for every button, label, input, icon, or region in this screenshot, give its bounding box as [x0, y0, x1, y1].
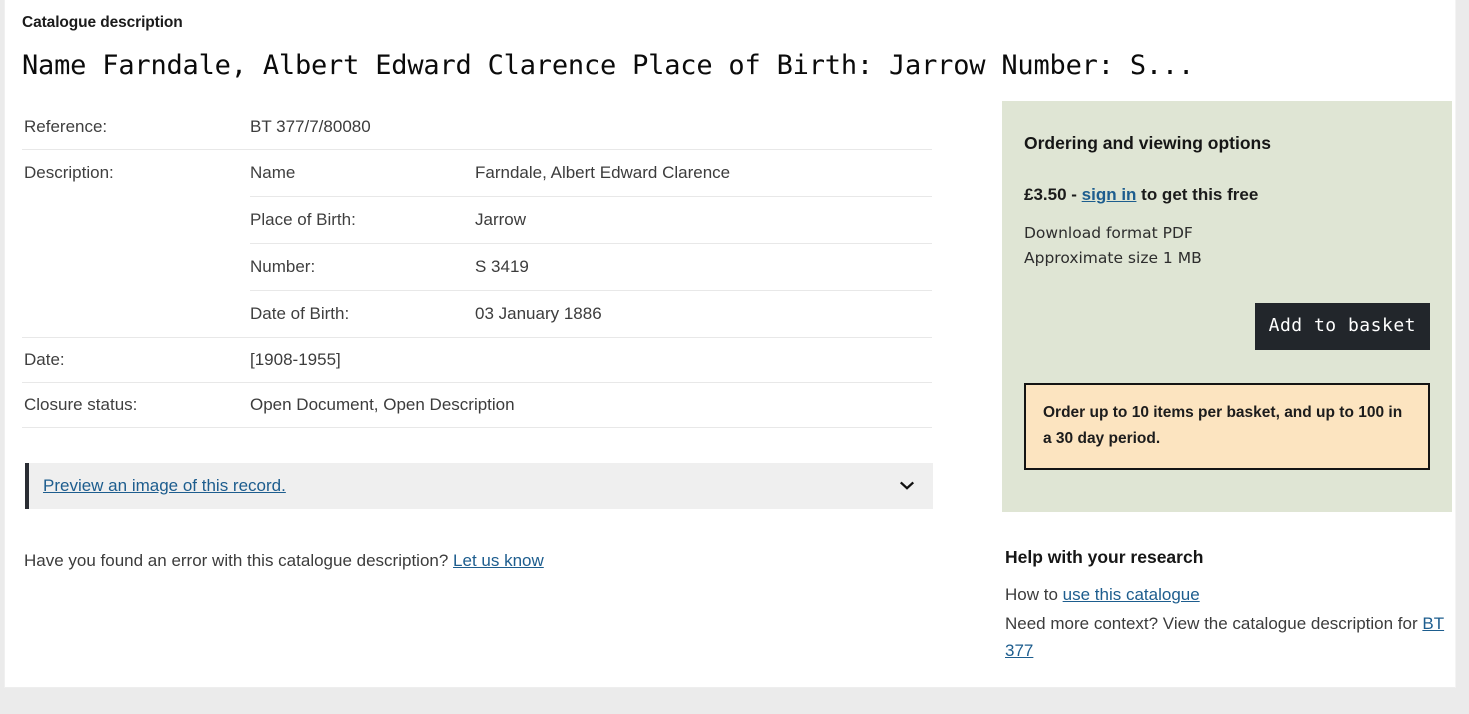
feedback-text: Have you found an error with this catalo…: [24, 551, 449, 570]
detail-label-date: Date:: [24, 350, 65, 369]
description-key-name: Name: [250, 163, 296, 182]
detail-value-date: [1908-1955]: [250, 350, 341, 369]
let-us-know-link[interactable]: Let us know: [453, 551, 544, 570]
page-title: Name Farndale, Albert Edward Clarence Pl…: [22, 50, 1195, 81]
detail-row-description: Description: Name Farndale, Albert Edwar…: [22, 150, 932, 338]
ordering-and-viewing-options-panel: Ordering and viewing options £3.50 - sig…: [1002, 101, 1452, 512]
detail-row-closure-status: Closure status: Open Document, Open Desc…: [22, 383, 932, 428]
detail-label-reference: Reference:: [24, 117, 108, 136]
description-value-name: Farndale, Albert Edward Clarence: [475, 163, 731, 182]
help-how-to-prefix: How to: [1005, 585, 1063, 604]
price-line: £3.50 - sign in to get this free: [1024, 183, 1430, 207]
basket-limit-notice: Order up to 10 items per basket, and up …: [1024, 383, 1430, 470]
table-row: Place of Birth: Jarrow: [250, 197, 932, 244]
preview-image-accordion[interactable]: Preview an image of this record.: [25, 463, 933, 509]
approximate-size: Approximate size 1 MB: [1024, 249, 1202, 267]
description-value-date-of-birth: 03 January 1886: [475, 304, 602, 323]
sidebar: Ordering and viewing options £3.50 - sig…: [1002, 101, 1452, 666]
page-shell: Catalogue description Name Farndale, Alb…: [4, 0, 1456, 688]
table-row: Name Farndale, Albert Edward Clarence: [250, 150, 932, 197]
help-with-your-research-panel: Help with your research How to use this …: [1002, 545, 1452, 664]
description-value-place-of-birth: Jarrow: [475, 210, 527, 229]
detail-value-reference: BT 377/7/80080: [250, 117, 371, 136]
description-key-number: Number:: [250, 257, 316, 276]
help-panel-title: Help with your research: [1005, 547, 1204, 567]
basket-limit-notice-text: Order up to 10 items per basket, and up …: [1043, 404, 1403, 447]
page-eyebrow: Catalogue description: [22, 14, 183, 31]
ordering-panel-title: Ordering and viewing options: [1024, 133, 1271, 153]
table-row: Date of Birth: 03 January 1886: [250, 291, 932, 337]
chevron-down-icon[interactable]: [899, 478, 915, 494]
catalogue-description-content: Catalogue description Name Farndale, Alb…: [5, 0, 1455, 687]
detail-value-closure-status: Open Document, Open Description: [250, 395, 515, 414]
description-key-place-of-birth: Place of Birth:: [250, 210, 356, 229]
detail-label-closure-status: Closure status:: [24, 395, 138, 414]
detail-row-date: Date: [1908-1955]: [22, 338, 932, 383]
record-details-table: Reference: BT 377/7/80080 Description: N…: [22, 105, 932, 428]
use-this-catalogue-link[interactable]: use this catalogue: [1063, 585, 1200, 604]
basket-button-container: Add to basket: [1024, 303, 1430, 350]
table-row: Number: S 3419: [250, 244, 932, 291]
price-suffix: to get this free: [1136, 185, 1259, 204]
description-key-date-of-birth: Date of Birth:: [250, 304, 350, 323]
detail-row-reference: Reference: BT 377/7/80080: [22, 105, 932, 150]
record-main-column: Catalogue description Name Farndale, Alb…: [22, 0, 1195, 428]
help-how-to-line: How to use this catalogue: [1005, 581, 1449, 608]
add-to-basket-button[interactable]: Add to basket: [1254, 303, 1430, 350]
help-context-prefix: Need more context? View the catalogue de…: [1005, 614, 1423, 633]
price-amount: £3.50 -: [1024, 185, 1082, 204]
description-value-number: S 3419: [475, 257, 529, 276]
detail-label-description: Description:: [24, 163, 114, 182]
help-context-line: Need more context? View the catalogue de…: [1005, 610, 1449, 664]
description-subtable: Name Farndale, Albert Edward Clarence Pl…: [250, 150, 932, 337]
feedback-line: Have you found an error with this catalo…: [24, 549, 544, 573]
download-format: Download format PDF: [1024, 224, 1193, 242]
sign-in-link[interactable]: sign in: [1082, 185, 1137, 204]
preview-image-link[interactable]: Preview an image of this record.: [43, 475, 286, 497]
